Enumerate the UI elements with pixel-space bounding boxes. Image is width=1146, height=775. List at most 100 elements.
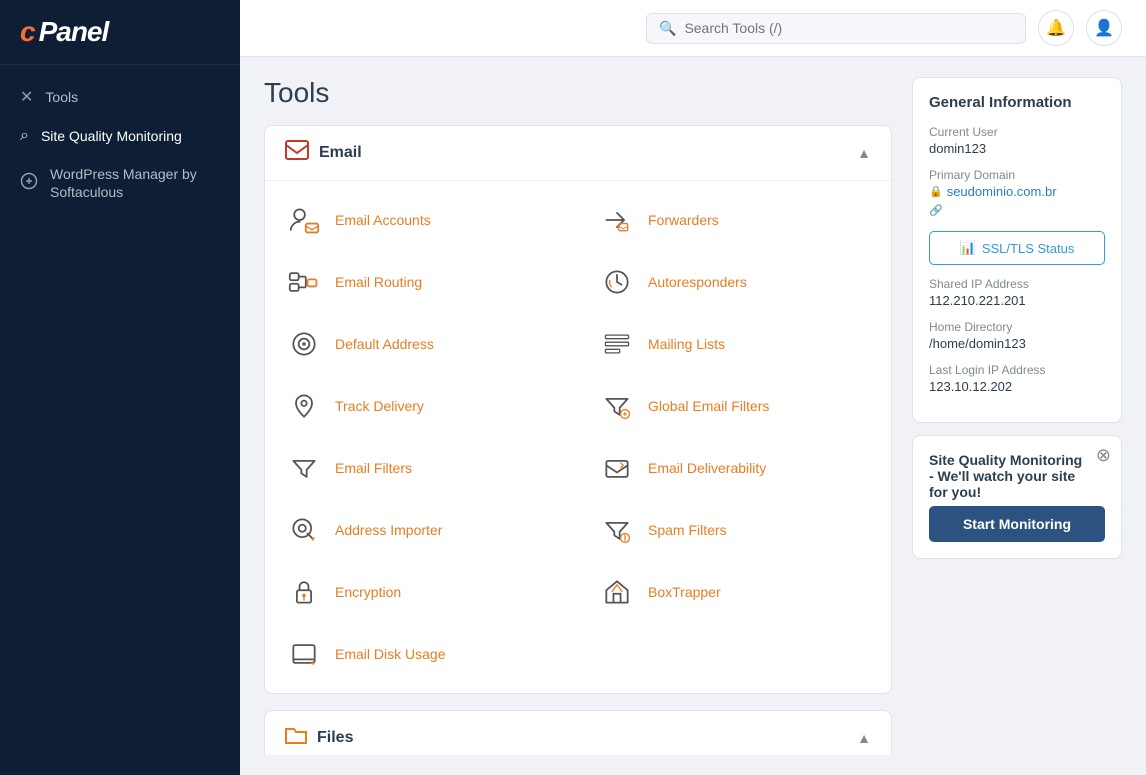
home-dir-row: Home Directory /home/domin123 [929, 320, 1105, 351]
email-accounts-label: Email Accounts [335, 212, 431, 228]
email-accounts-icon [285, 201, 323, 239]
main: 🔍 🔔 👤 Tools [240, 0, 1146, 775]
header: 🔍 🔔 👤 [240, 0, 1146, 57]
global-email-filters-label: Global Email Filters [648, 398, 769, 414]
tool-mailing-lists[interactable]: Mailing Lists [578, 313, 891, 375]
search-icon: 🔍 [659, 20, 676, 37]
tool-email-disk-usage[interactable]: Email Disk Usage [265, 623, 578, 685]
encryption-icon [285, 573, 323, 611]
bell-icon: 🔔 [1046, 18, 1066, 38]
current-user-value: domin123 [929, 141, 1105, 156]
chart-icon: 📊 [960, 240, 976, 256]
lock-icon: 🔒 [929, 185, 943, 198]
email-tools-grid: Email Accounts Forwarders [265, 181, 891, 693]
ssl-btn-row: 📊 SSL/TLS Status [929, 231, 1105, 265]
email-section-title: Email [319, 144, 362, 162]
shared-ip-row: Shared IP Address 112.210.221.201 [929, 277, 1105, 308]
tool-address-importer[interactable]: Address Importer [265, 499, 578, 561]
email-filters-icon [285, 449, 323, 487]
email-collapse-btn[interactable]: ▲ [857, 145, 871, 161]
ssl-status-btn[interactable]: 📊 SSL/TLS Status [929, 231, 1105, 265]
start-monitoring-btn[interactable]: Start Monitoring [929, 506, 1105, 542]
spam-filters-label: Spam Filters [648, 522, 727, 538]
files-collapse-btn[interactable]: ▲ [857, 730, 871, 746]
last-login-value: 123.10.12.202 [929, 379, 1105, 394]
address-importer-icon [285, 511, 323, 549]
cpanel-logo[interactable]: cPanel [20, 16, 220, 48]
last-login-label: Last Login IP Address [929, 363, 1105, 377]
primary-domain-row: Primary Domain 🔒 seudominio.com.br 🔗 [929, 168, 1105, 219]
tool-email-filters[interactable]: Email Filters [265, 437, 578, 499]
notifications-btn[interactable]: 🔔 [1038, 10, 1074, 46]
email-routing-icon [285, 263, 323, 301]
boxtrapper-label: BoxTrapper [648, 584, 721, 600]
files-header-left: Files [285, 725, 353, 751]
track-delivery-icon [285, 387, 323, 425]
logo: cPanel [0, 0, 240, 65]
home-dir-value: /home/domin123 [929, 336, 1105, 351]
shared-ip-label: Shared IP Address [929, 277, 1105, 291]
external-link-icon[interactable]: 🔗 [929, 205, 943, 217]
user-menu-btn[interactable]: 👤 [1086, 10, 1122, 46]
current-user-row: Current User domin123 [929, 125, 1105, 156]
mailing-lists-label: Mailing Lists [648, 336, 725, 352]
sidebar-item-wordpress[interactable]: WordPress Manager by Softaculous [0, 155, 240, 211]
sidebar-wordpress-label: WordPress Manager by Softaculous [50, 165, 220, 201]
popup-title: Site Quality Monitoring - We'll watch yo… [929, 452, 1105, 500]
search-input[interactable] [684, 20, 1013, 36]
email-routing-label: Email Routing [335, 274, 422, 290]
email-section: Email ▲ [264, 125, 892, 694]
tool-track-delivery[interactable]: Track Delivery [265, 375, 578, 437]
popup-close-btn[interactable]: ⊗ [1096, 446, 1111, 464]
email-header-left: Email [285, 140, 362, 166]
track-delivery-label: Track Delivery [335, 398, 424, 414]
shared-ip-value: 112.210.221.201 [929, 293, 1105, 308]
search-bar[interactable]: 🔍 [646, 13, 1026, 44]
email-deliverability-label: Email Deliverability [648, 460, 766, 476]
general-info-title: General Information [929, 94, 1105, 111]
site-quality-icon: ⌕ [20, 127, 29, 145]
primary-domain-link[interactable]: 🔒 seudominio.com.br [929, 184, 1105, 199]
general-info-card: General Information Current User domin12… [912, 77, 1122, 423]
mailing-lists-icon [598, 325, 636, 363]
primary-domain-value: seudominio.com.br [947, 184, 1057, 199]
email-filters-label: Email Filters [335, 460, 412, 476]
tool-global-email-filters[interactable]: Global Email Filters [578, 375, 891, 437]
tool-default-address[interactable]: Default Address [265, 313, 578, 375]
files-section-header: Files ▲ [265, 711, 891, 755]
sidebar-item-tools[interactable]: ✕ Tools [0, 77, 240, 117]
last-login-row: Last Login IP Address 123.10.12.202 [929, 363, 1105, 394]
tool-email-deliverability[interactable]: Email Deliverability [578, 437, 891, 499]
tools-area: Tools Email ▲ [264, 77, 892, 755]
content: Tools Email ▲ [240, 57, 1146, 775]
files-icon [285, 725, 307, 751]
sidebar-nav: ✕ Tools ⌕ Site Quality Monitoring WordPr… [0, 65, 240, 224]
current-user-label: Current User [929, 125, 1105, 139]
autoresponders-icon [598, 263, 636, 301]
spam-filters-icon [598, 511, 636, 549]
autoresponders-label: Autoresponders [648, 274, 747, 290]
tool-boxtrapper[interactable]: BoxTrapper [578, 561, 891, 623]
tool-email-routing[interactable]: Email Routing [265, 251, 578, 313]
files-section: Files ▲ [264, 710, 892, 755]
tool-encryption[interactable]: Encryption [265, 561, 578, 623]
sidebar-item-site-quality[interactable]: ⌕ Site Quality Monitoring [0, 117, 240, 155]
email-section-header: Email ▲ [265, 126, 891, 181]
tool-email-accounts[interactable]: Email Accounts [265, 189, 578, 251]
address-importer-label: Address Importer [335, 522, 442, 538]
page-title: Tools [264, 77, 892, 109]
forwarders-label: Forwarders [648, 212, 719, 228]
primary-domain-label: Primary Domain [929, 168, 1105, 182]
default-address-icon [285, 325, 323, 363]
forwarders-icon [598, 201, 636, 239]
encryption-label: Encryption [335, 584, 401, 600]
monitoring-popup: ⊗ Site Quality Monitoring - We'll watch … [912, 435, 1122, 559]
tool-autoresponders[interactable]: Autoresponders [578, 251, 891, 313]
sidebar: cPanel ✕ Tools ⌕ Site Quality Monitoring… [0, 0, 240, 775]
email-disk-usage-icon [285, 635, 323, 673]
sidebar-tools-label: Tools [45, 88, 78, 106]
home-dir-label: Home Directory [929, 320, 1105, 334]
tool-forwarders[interactable]: Forwarders [578, 189, 891, 251]
email-disk-usage-label: Email Disk Usage [335, 646, 445, 662]
tool-spam-filters[interactable]: Spam Filters [578, 499, 891, 561]
